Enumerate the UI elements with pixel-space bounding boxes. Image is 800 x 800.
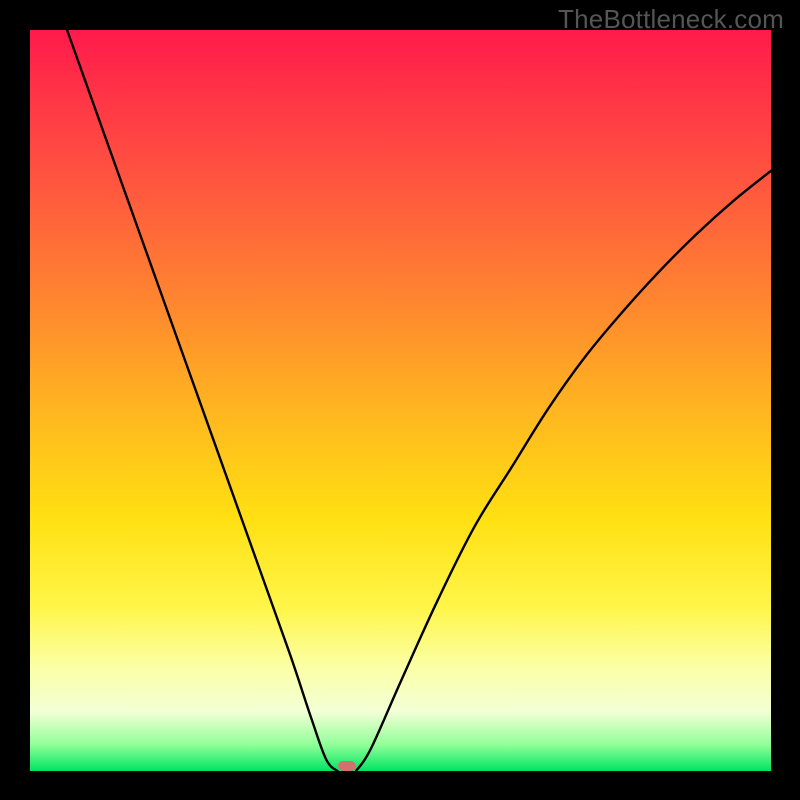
watermark-text: TheBottleneck.com	[558, 4, 784, 35]
plot-area	[30, 30, 771, 771]
chart-container: TheBottleneck.com	[0, 0, 800, 800]
bottleneck-curve	[30, 30, 771, 771]
curve-left-branch	[67, 30, 337, 771]
curve-right-branch	[356, 171, 771, 771]
optimum-marker	[338, 761, 356, 771]
